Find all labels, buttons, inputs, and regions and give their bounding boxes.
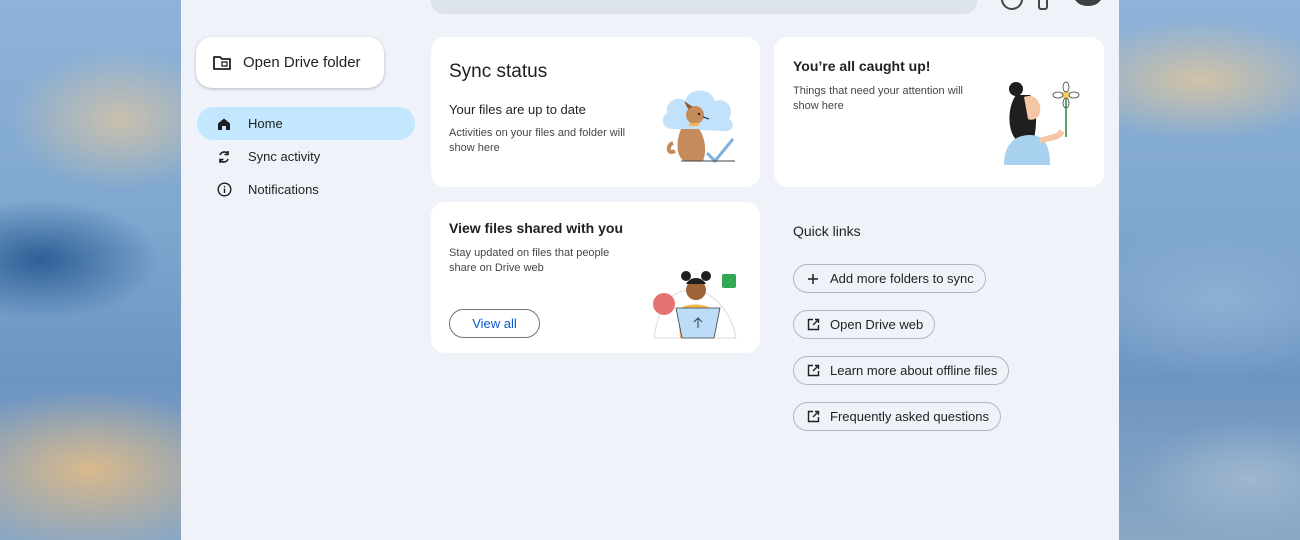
sidebar-item-label: Notifications: [248, 182, 319, 197]
sidebar-item-home[interactable]: Home: [197, 107, 415, 140]
shared-files-description: Stay updated on files that people share …: [449, 247, 610, 274]
sidebar-nav: Home Sync activity Notifications: [197, 107, 415, 206]
quick-link-label: Learn more about offline files: [830, 363, 998, 378]
caught-up-title: You’re all caught up!: [793, 58, 931, 74]
person-flower-illustration: [1004, 81, 1080, 165]
open-drive-folder-button[interactable]: Open Drive folder: [196, 37, 384, 88]
drive-window: Open Drive folder Home Sync activity Not…: [181, 0, 1119, 540]
home-icon: [216, 116, 232, 132]
settings-icon[interactable]: [1038, 0, 1048, 10]
sidebar-item-label: Home: [248, 116, 283, 131]
sync-status-subtitle: Your files are up to date: [449, 102, 586, 117]
drive-logo-icon: [211, 0, 233, 4]
dog-cloud-illustration: [662, 90, 735, 164]
sync-icon: [216, 149, 232, 165]
quick-link-label: Frequently asked questions: [830, 409, 989, 424]
sync-status-description: Activities on your files and folder will…: [449, 127, 626, 154]
shared-files-card: View files shared with you Stay updated …: [431, 202, 760, 353]
avatar[interactable]: [1074, 0, 1102, 6]
person-laptop-illustration: [653, 271, 737, 339]
open-external-icon: [806, 364, 820, 378]
sidebar-item-label: Sync activity: [248, 149, 321, 164]
caught-up-card: You’re all caught up! Things that need y…: [774, 37, 1104, 187]
add-folders-link[interactable]: Add more folders to sync: [793, 264, 986, 293]
info-icon: [216, 182, 232, 198]
view-all-button[interactable]: View all: [449, 309, 540, 338]
offline-files-link[interactable]: Learn more about offline files: [793, 356, 1010, 385]
open-external-icon: [806, 318, 820, 332]
open-external-icon: [806, 410, 820, 424]
help-icon[interactable]: [1001, 0, 1023, 10]
sync-status-title: Sync status: [449, 61, 548, 82]
folder-icon: [212, 54, 232, 72]
quick-links-heading: Quick links: [793, 223, 861, 239]
open-drive-web-link[interactable]: Open Drive web: [793, 310, 936, 339]
sidebar-item-sync-activity[interactable]: Sync activity: [197, 140, 415, 173]
quick-link-label: Open Drive web: [830, 317, 924, 332]
faq-link[interactable]: Frequently asked questions: [793, 402, 1001, 431]
open-drive-folder-label: Open Drive folder: [243, 54, 361, 71]
plus-icon: [806, 272, 820, 286]
caught-up-description: Things that need your attention will sho…: [793, 85, 963, 112]
shared-files-title: View files shared with you: [449, 220, 624, 236]
sidebar-item-notifications[interactable]: Notifications: [197, 173, 415, 206]
quick-link-label: Add more folders to sync: [830, 271, 974, 286]
search-bar[interactable]: [431, 0, 977, 14]
sync-status-card: Sync status Your files are up to date Ac…: [431, 37, 760, 187]
